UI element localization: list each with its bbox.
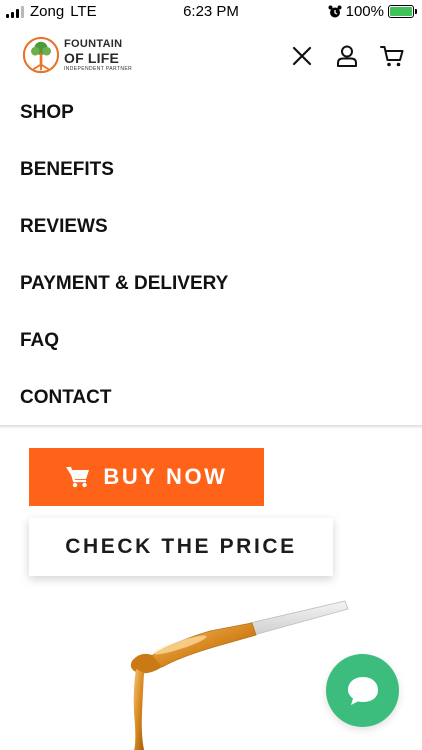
check-price-label: CHECK THE PRICE: [65, 535, 297, 558]
tree-logo-icon: [22, 36, 60, 74]
menu-item-benefits[interactable]: BENEFITS: [0, 142, 422, 199]
site-header: FOUNTAIN OF LIFE INDEPENDENT PARTNER: [0, 24, 422, 90]
buy-now-button[interactable]: BUY NOW: [29, 448, 264, 506]
menu-item-faq[interactable]: FAQ: [0, 313, 422, 370]
brand-logo[interactable]: FOUNTAIN OF LIFE INDEPENDENT PARTNER: [22, 36, 132, 74]
nav-menu: SHOP BENEFITS REVIEWS PAYMENT & DELIVERY…: [0, 85, 422, 427]
cart-icon: [66, 466, 90, 488]
chat-bubble-icon: [347, 676, 378, 705]
chat-button[interactable]: [326, 654, 399, 727]
menu-divider: [0, 425, 422, 429]
menu-item-payment-delivery[interactable]: PAYMENT & DELIVERY: [0, 256, 422, 313]
close-icon[interactable]: [290, 44, 314, 68]
menu-item-contact[interactable]: CONTACT: [0, 370, 422, 427]
cart-icon[interactable]: [380, 44, 404, 68]
menu-item-shop[interactable]: SHOP: [0, 85, 422, 142]
user-icon[interactable]: [335, 44, 359, 68]
logo-text: FOUNTAIN OF LIFE INDEPENDENT PARTNER: [64, 37, 133, 72]
logo-line1: FOUNTAIN: [64, 37, 123, 50]
check-price-button[interactable]: CHECK THE PRICE: [29, 518, 333, 576]
logo-line2: OF LIFE: [64, 49, 120, 66]
battery-percent: 100%: [345, 3, 384, 20]
status-bar: Zong LTE 6:23 PM 100%: [0, 0, 422, 24]
oil-dropper-image: [130, 600, 349, 750]
logo-line3: INDEPENDENT PARTNER: [64, 65, 133, 72]
menu-item-reviews[interactable]: REVIEWS: [0, 199, 422, 256]
alarm-icon: [328, 5, 342, 17]
status-right: 100%: [328, 3, 417, 20]
battery-icon: [388, 5, 417, 18]
buy-now-label: BUY NOW: [103, 464, 228, 489]
